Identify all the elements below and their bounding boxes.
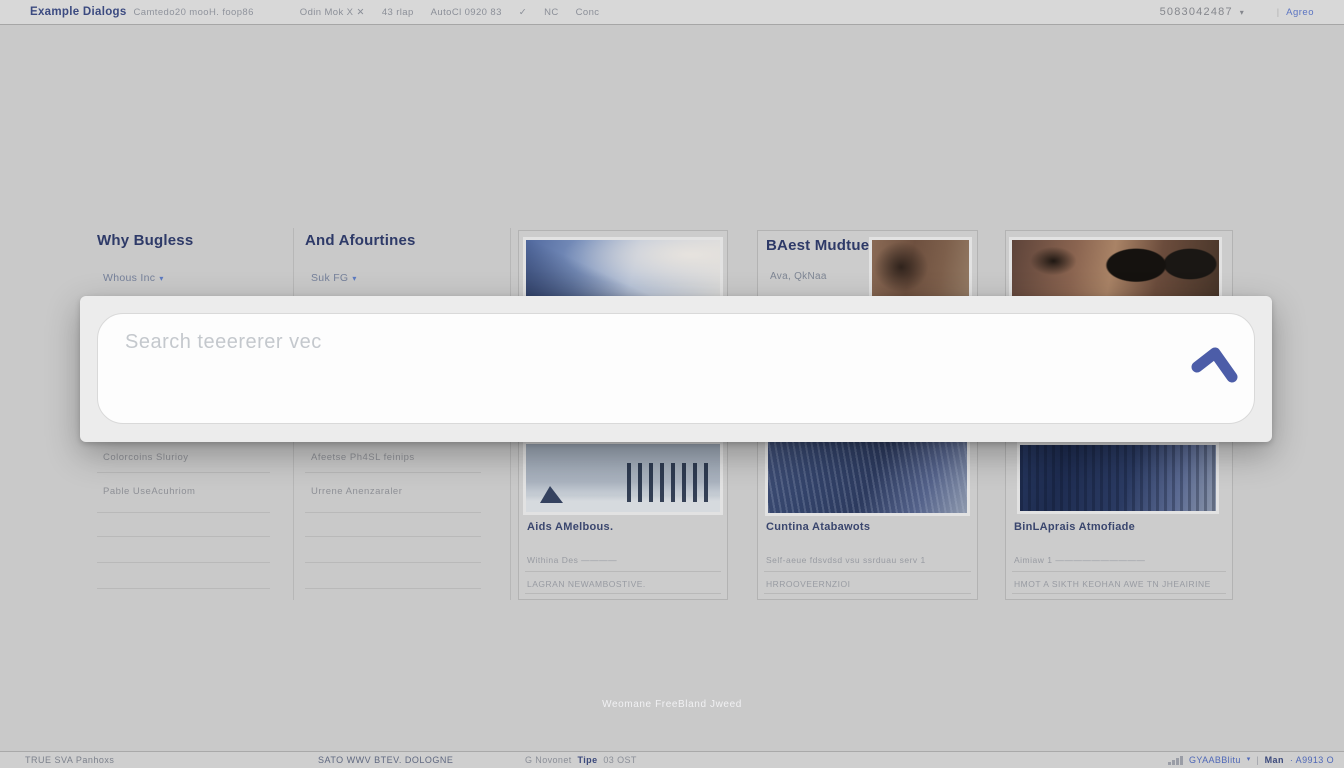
list-item[interactable]: Urrene Anenzaraler bbox=[311, 486, 402, 497]
mountain-photo[interactable] bbox=[523, 441, 723, 515]
divider bbox=[305, 536, 481, 537]
divider bbox=[764, 593, 971, 594]
status-center-text: SATO WWV BTEV. DOLOGNE bbox=[318, 752, 453, 768]
thumbnail-photo[interactable] bbox=[869, 237, 972, 303]
section-heading: BAest Mudtues bbox=[766, 237, 878, 254]
top-bar: Example Dialogs Camtedo20 mooH. foop86 O… bbox=[0, 0, 1344, 25]
brand-title[interactable]: Example Dialogs bbox=[30, 6, 127, 18]
card-meta: Withina Des ———— bbox=[527, 555, 717, 565]
card-title[interactable]: Cuntina Atabawots bbox=[766, 521, 870, 533]
divider bbox=[305, 588, 481, 589]
list-item[interactable]: Colorcoins Slurioy bbox=[103, 452, 189, 463]
card-meta: LAGRAN NEWAMBOSTIVE. bbox=[527, 579, 717, 589]
column-filter-dropdown[interactable]: Whous Inc ▾ bbox=[103, 272, 164, 284]
snow-texture bbox=[768, 442, 967, 513]
list-item[interactable]: Afeetse Ph4SL feinips bbox=[311, 452, 415, 463]
divider: | bbox=[1256, 752, 1258, 768]
signal-bars-icon bbox=[1168, 756, 1183, 765]
top-menu-item-1[interactable]: Odin Mok X ✕ bbox=[300, 7, 365, 18]
brand-subtitle: Camtedo20 mooH. foop86 bbox=[134, 7, 254, 18]
card-meta: HMOT A SIKTH KEOHAN AWE TN JHEAIRINE bbox=[1014, 579, 1222, 589]
search-field bbox=[97, 313, 1255, 424]
divider bbox=[764, 571, 971, 572]
status-far-right: GYAABBlitu ▾ | Man · A9913 O bbox=[1168, 752, 1334, 768]
app-window: Example Dialogs Camtedo20 mooH. foop86 O… bbox=[0, 0, 1344, 768]
status-right-text: G Novonet Tipe 03 OST bbox=[525, 752, 637, 768]
divider bbox=[305, 472, 481, 473]
divider bbox=[97, 562, 270, 563]
chevron-down-icon[interactable]: ▾ bbox=[1240, 8, 1244, 17]
chevron-down-icon: ▾ bbox=[352, 274, 356, 283]
card-meta: Aimiaw 1 —————————— bbox=[1014, 555, 1222, 565]
top-bar-link[interactable]: Agreo bbox=[1286, 7, 1314, 18]
divider bbox=[525, 571, 721, 572]
divider bbox=[97, 536, 270, 537]
divider bbox=[1012, 593, 1226, 594]
card-meta: Self-aeue fdsvdsd vsu ssrduau serv 1 bbox=[766, 555, 967, 565]
divider bbox=[97, 472, 270, 473]
divider: | bbox=[1277, 7, 1279, 17]
status-right-suffix: 03 OST bbox=[603, 755, 636, 765]
account-link[interactable]: GYAABBlitu bbox=[1189, 752, 1241, 768]
top-menu: Odin Mok X ✕ 43 rlap AutoCl 0920 83 ✓ NC… bbox=[300, 7, 600, 18]
divider bbox=[305, 512, 481, 513]
list-item[interactable]: Pable UseAcuhriom bbox=[103, 486, 195, 497]
card-title[interactable]: BinLAprais Atmofiade bbox=[1014, 521, 1135, 533]
card-title[interactable]: Aids AMelbous. bbox=[527, 521, 613, 533]
top-menu-item-5[interactable]: NC bbox=[544, 7, 559, 18]
peak-silhouette bbox=[540, 486, 563, 503]
status-badge[interactable]: · A9913 O bbox=[1290, 752, 1334, 768]
divider bbox=[97, 512, 270, 513]
status-left-text: TRUE SVA Panhoxs bbox=[25, 752, 114, 768]
filter-label: Suk FG bbox=[311, 272, 348, 284]
divider bbox=[525, 593, 721, 594]
column-heading: And Afourtines bbox=[305, 232, 416, 249]
divider bbox=[305, 562, 481, 563]
forest-photo[interactable] bbox=[1017, 442, 1219, 514]
card-meta: HRROOVEERNZIOI bbox=[766, 579, 967, 589]
status-menu-link[interactable]: Man bbox=[1265, 752, 1284, 768]
angled-arrow-icon[interactable] bbox=[1190, 342, 1242, 384]
divider bbox=[97, 588, 270, 589]
status-right-emphasis: Tipe bbox=[578, 755, 598, 765]
divider bbox=[1012, 571, 1226, 572]
top-menu-item-3[interactable]: AutoCl 0920 83 bbox=[431, 7, 502, 18]
night-mountain-photo[interactable] bbox=[765, 439, 970, 516]
section-subheading: Ava, QkNaa bbox=[770, 271, 827, 282]
phone-number: 5083042487 bbox=[1160, 6, 1233, 18]
chevron-down-icon[interactable]: ▾ bbox=[1247, 752, 1251, 768]
sky-photo[interactable] bbox=[523, 237, 723, 303]
machinery-photo[interactable] bbox=[1009, 237, 1222, 303]
search-dialog bbox=[80, 296, 1272, 442]
forest-texture bbox=[1020, 445, 1216, 511]
top-bar-right: 5083042487 ▾ | Agreo bbox=[1160, 6, 1314, 18]
filter-label: Whous Inc bbox=[103, 272, 155, 284]
search-input[interactable] bbox=[98, 314, 1254, 423]
top-menu-item-4[interactable]: ✓ bbox=[519, 7, 527, 18]
column-filter-dropdown[interactable]: Suk FG ▾ bbox=[311, 272, 357, 284]
chevron-down-icon: ▾ bbox=[159, 274, 163, 283]
footer-link[interactable]: Weomane FreeBland Jweed bbox=[0, 699, 1344, 710]
top-menu-item-2[interactable]: 43 rlap bbox=[382, 7, 414, 18]
status-right-prefix: G Novonet bbox=[525, 755, 572, 765]
column-heading: Why Bugless bbox=[97, 232, 193, 249]
top-menu-item-6[interactable]: Conc bbox=[576, 7, 600, 18]
trees-silhouette bbox=[627, 463, 708, 502]
status-bar: TRUE SVA Panhoxs SATO WWV BTEV. DOLOGNE … bbox=[0, 751, 1344, 768]
